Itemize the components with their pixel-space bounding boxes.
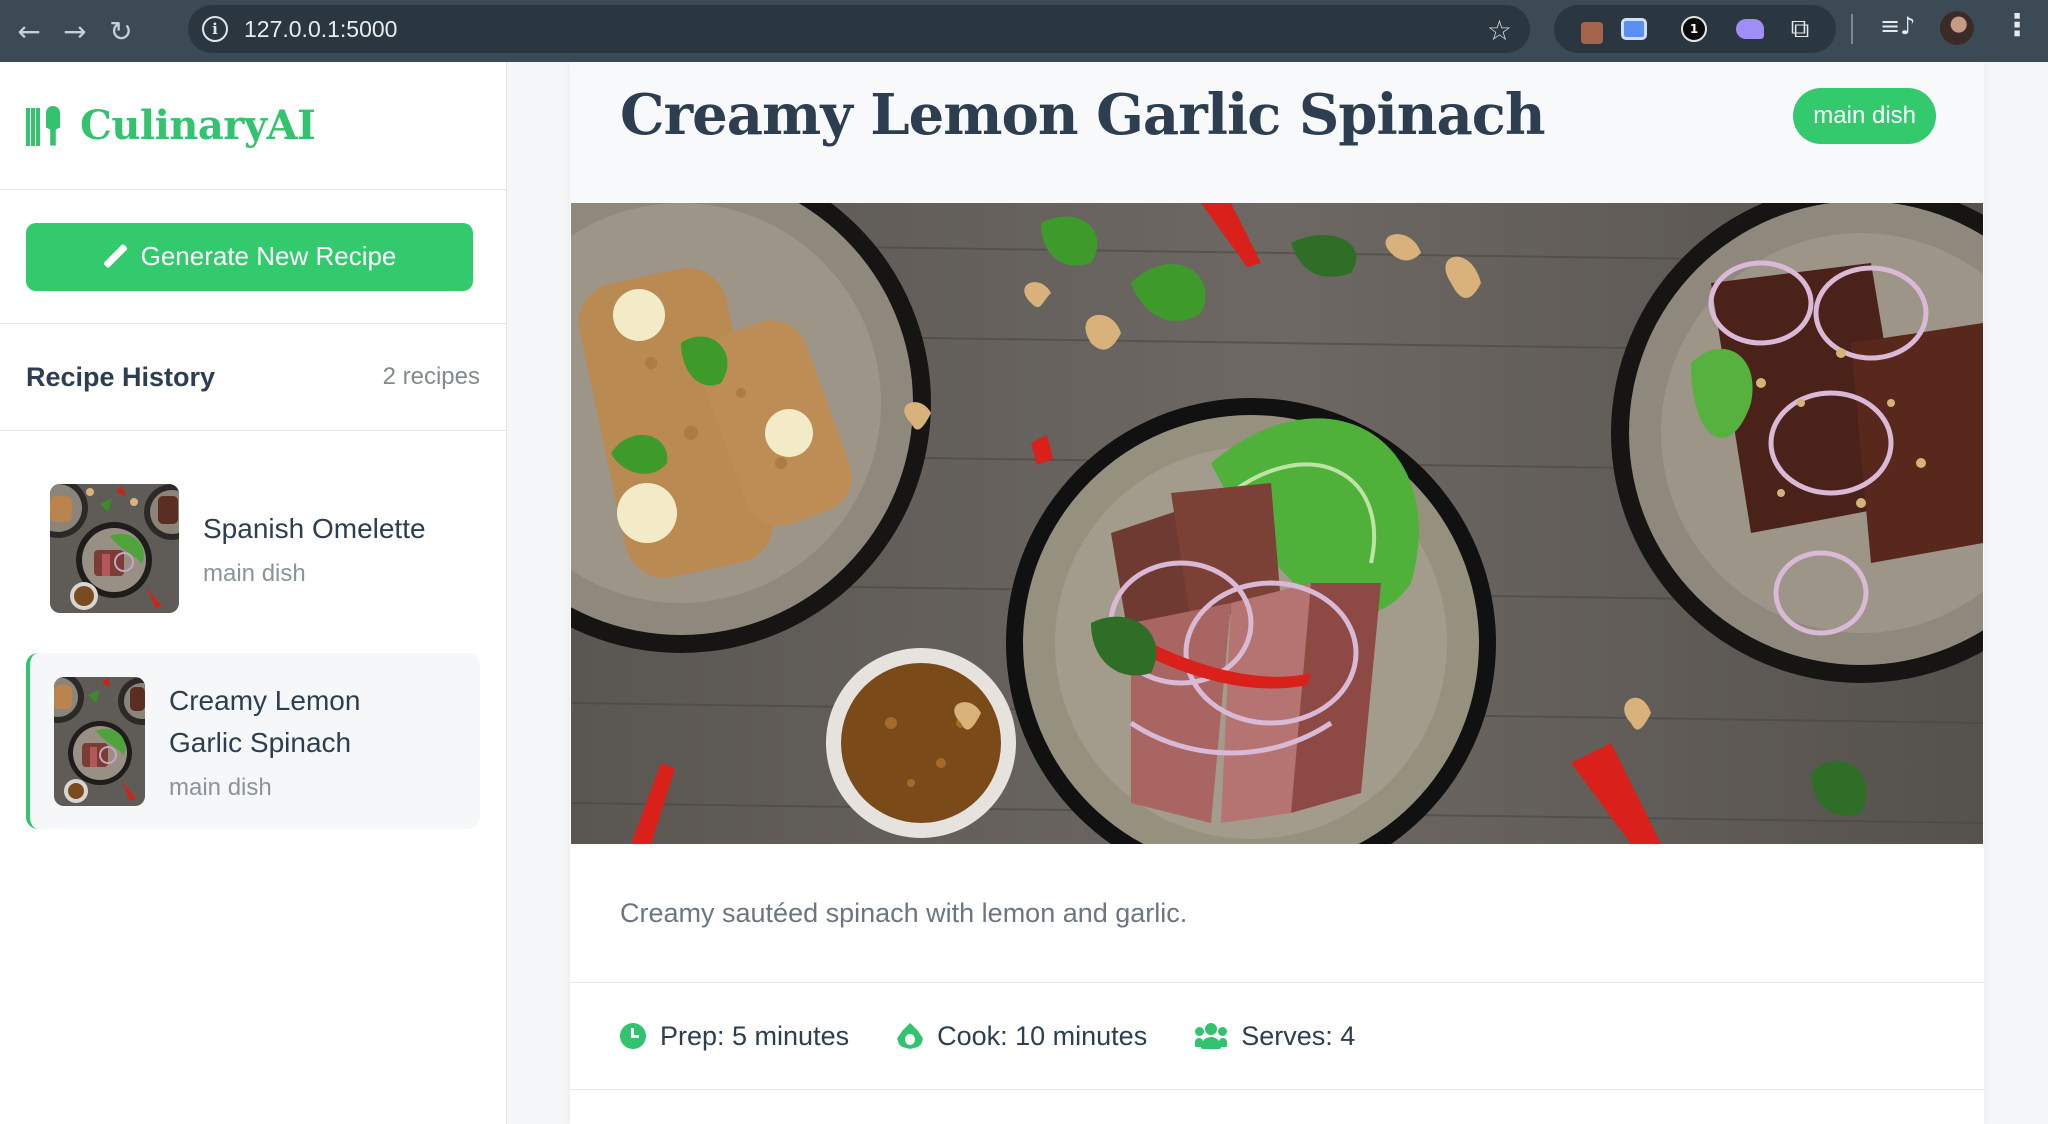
cook-time: Cook: 10 minutes [897,1021,1147,1052]
recipe-history-list: Spanish Omelette main dish Creamy Lemon … [0,431,506,829]
extension-password-manager-icon[interactable]: 1 [1680,15,1708,43]
extension-eyedropper-icon[interactable] [1578,15,1606,44]
category-badge: main dish [1793,88,1936,144]
history-item-name: Creamy Lemon Garlic Spinach [169,685,361,758]
history-item-text: Creamy Lemon Garlic Spinach main dish [169,680,389,802]
pencil-icon [103,245,127,269]
url-text[interactable]: 127.0.0.1:5000 [244,16,397,43]
history-item-name: Spanish Omelette [203,513,426,544]
sidebar: CulinaryAI Generate New Recipe Recipe Hi… [0,62,507,1124]
extensions-puzzle-icon[interactable]: ⧉ [1786,14,1814,44]
generate-recipe-button[interactable]: Generate New Recipe [26,222,473,291]
brand-name[interactable]: CulinaryAI [80,102,316,149]
kebab-menu-icon[interactable]: ⋮ [2002,8,2032,43]
utensils-icon [26,105,62,146]
site-info-icon[interactable]: i [202,16,228,42]
generate-recipe-label: Generate New Recipe [140,241,397,271]
reload-icon: ↻ [109,14,133,48]
address-bar[interactable]: i 127.0.0.1:5000 ☆ [188,5,1530,53]
recipe-history-title: Recipe History [26,361,216,392]
recipe-detail: Creamy Lemon Garlic Spinach main dish Cr… [570,62,1984,1124]
recipe-header: Creamy Lemon Garlic Spinach main dish [570,62,1984,203]
back-button[interactable]: ← [6,8,52,54]
extension-ghost-icon[interactable] [1736,15,1764,43]
generate-section: Generate New Recipe [0,190,506,324]
bookmark-star-icon[interactable]: ☆ [1487,14,1512,47]
cook-time-text: Cook: 10 minutes [937,1020,1148,1051]
recipe-title: Creamy Lemon Garlic Spinach [620,82,1546,148]
reload-button[interactable]: ↻ [98,8,144,54]
servings-text: Serves: 4 [1241,1020,1356,1051]
recipe-thumbnail [54,676,145,806]
history-item-spanish-omelette[interactable]: Spanish Omelette main dish [26,483,480,613]
history-item-text: Spanish Omelette main dish [203,508,426,588]
recipe-description: Creamy sautéed spinach with lemon and ga… [570,844,1984,983]
servings: Serves: 4 [1195,1021,1355,1052]
flame-icon [897,1023,924,1049]
brand-header: CulinaryAI [0,62,506,190]
browser-toolbar: ← → ↻ i 127.0.0.1:5000 ☆ 1 ⧉ ≡♪ ⋮ [0,0,2048,62]
history-item-creamy-lemon-garlic-spinach[interactable]: Creamy Lemon Garlic Spinach main dish [26,653,480,829]
recipe-thumbnail [50,483,179,613]
recipe-history-count: 2 recipes [382,363,480,390]
clock-icon [620,1023,646,1049]
media-control-icon[interactable]: ≡♪ [1880,12,1915,40]
extension-screen-capture-icon[interactable] [1620,15,1648,43]
toolbar-divider [1851,14,1853,44]
forward-button[interactable]: → [52,8,98,54]
users-icon [1195,1023,1228,1049]
arrow-left-icon: ← [17,14,41,48]
extensions-area: 1 ⧉ [1554,5,1836,53]
profile-avatar[interactable] [1940,11,1974,45]
recipe-hero-image [571,203,1983,844]
prep-time-text: Prep: 5 minutes [660,1020,850,1051]
history-item-category: main dish [203,560,306,587]
history-item-category: main dish [169,774,272,801]
recipe-history-header: Recipe History 2 recipes [0,324,506,431]
prep-time: Prep: 5 minutes [620,1021,849,1052]
recipe-meta: Prep: 5 minutes Cook: 10 minutes Serves:… [570,983,1984,1090]
arrow-right-icon: → [63,14,87,48]
